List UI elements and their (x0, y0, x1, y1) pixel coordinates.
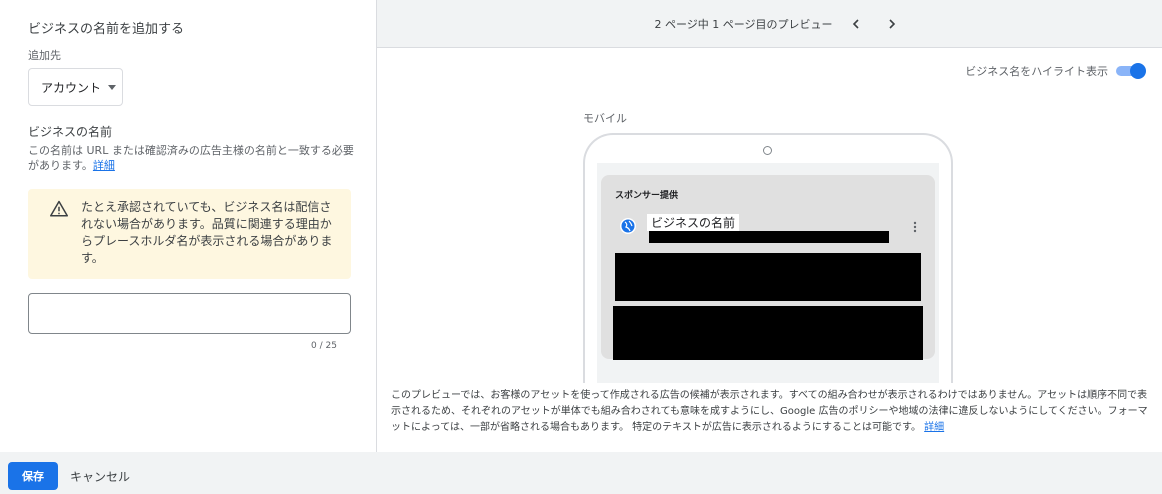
sponsored-label: スポンサー提供 (615, 191, 679, 201)
caret-down-icon (108, 84, 117, 90)
character-counter: 0 / 25 (311, 341, 337, 351)
more-vert-icon[interactable] (909, 219, 921, 235)
camera-icon (763, 146, 772, 155)
business-name-description: この名前は URL または確認済みの広告主様の名前と一致する必要があります。詳細 (28, 143, 358, 173)
panel-title: ビジネスの名前を追加する (28, 22, 185, 37)
preview-header: 2 ページ中 1 ページ目のプレビュー (377, 0, 1162, 48)
highlight-toggle-row: ビジネス名をハイライト表示 (965, 63, 1146, 79)
business-name-editor: ビジネスの名前を追加する 追加先 アカウント ビジネスの名前 この名前は URL… (0, 0, 1162, 452)
destination-dropdown[interactable]: アカウント (28, 68, 123, 106)
business-name-input[interactable] (28, 293, 351, 334)
destination-value: アカウント (41, 80, 102, 95)
redacted-headline (615, 253, 921, 301)
next-page-button[interactable] (879, 11, 905, 37)
business-name-label: ビジネスの名前 (28, 125, 113, 139)
warning-banner: たとえ承認されていても、ビジネス名は配信されない場合があります。品質に関連する理… (28, 189, 351, 279)
destination-label: 追加先 (28, 49, 61, 62)
details-link[interactable]: 詳細 (93, 159, 115, 172)
phone-screen: スポンサー提供 ビジネスの名前 (597, 163, 939, 383)
chevron-left-icon (852, 18, 859, 29)
redacted-url (649, 231, 889, 243)
mobile-label: モバイル (583, 112, 627, 125)
settings-panel: ビジネスの名前を追加する 追加先 アカウント ビジネスの名前 この名前は URL… (0, 0, 377, 452)
ad-preview-card: スポンサー提供 ビジネスの名前 (601, 175, 935, 360)
warning-icon (50, 200, 68, 217)
chevron-right-icon (888, 18, 895, 29)
globe-icon (620, 218, 636, 234)
preview-panel: 2 ページ中 1 ページ目のプレビュー ビジネス名をハイライト表示 モバイル ス… (377, 0, 1162, 452)
previous-page-button[interactable] (843, 11, 869, 37)
ad-business-name: ビジネスの名前 (647, 214, 740, 231)
disclaimer-text: このプレビューでは、お客様のアセットを使って作成される広告の候補が表示されます。… (391, 390, 1148, 433)
disclaimer-details-link[interactable]: 詳細 (924, 422, 944, 433)
highlight-toggle[interactable] (1114, 63, 1146, 79)
phone-frame: スポンサー提供 ビジネスの名前 (583, 133, 953, 383)
warning-text: たとえ承認されていても、ビジネス名は配信されない場合があります。品質に関連する理… (81, 200, 333, 265)
toggle-thumb (1130, 63, 1146, 79)
preview-disclaimer: このプレビューでは、お客様のアセットを使って作成される広告の候補が表示されます。… (391, 388, 1151, 436)
redacted-description (613, 306, 923, 360)
description-text: この名前は URL または確認済みの広告主様の名前と一致する必要があります。 (28, 144, 354, 172)
highlight-label: ビジネス名をハイライト表示 (965, 65, 1108, 78)
cancel-button[interactable]: キャンセル (62, 462, 138, 490)
pager-text: 2 ページ中 1 ページ目のプレビュー (654, 17, 833, 31)
save-button[interactable]: 保存 (8, 462, 58, 490)
